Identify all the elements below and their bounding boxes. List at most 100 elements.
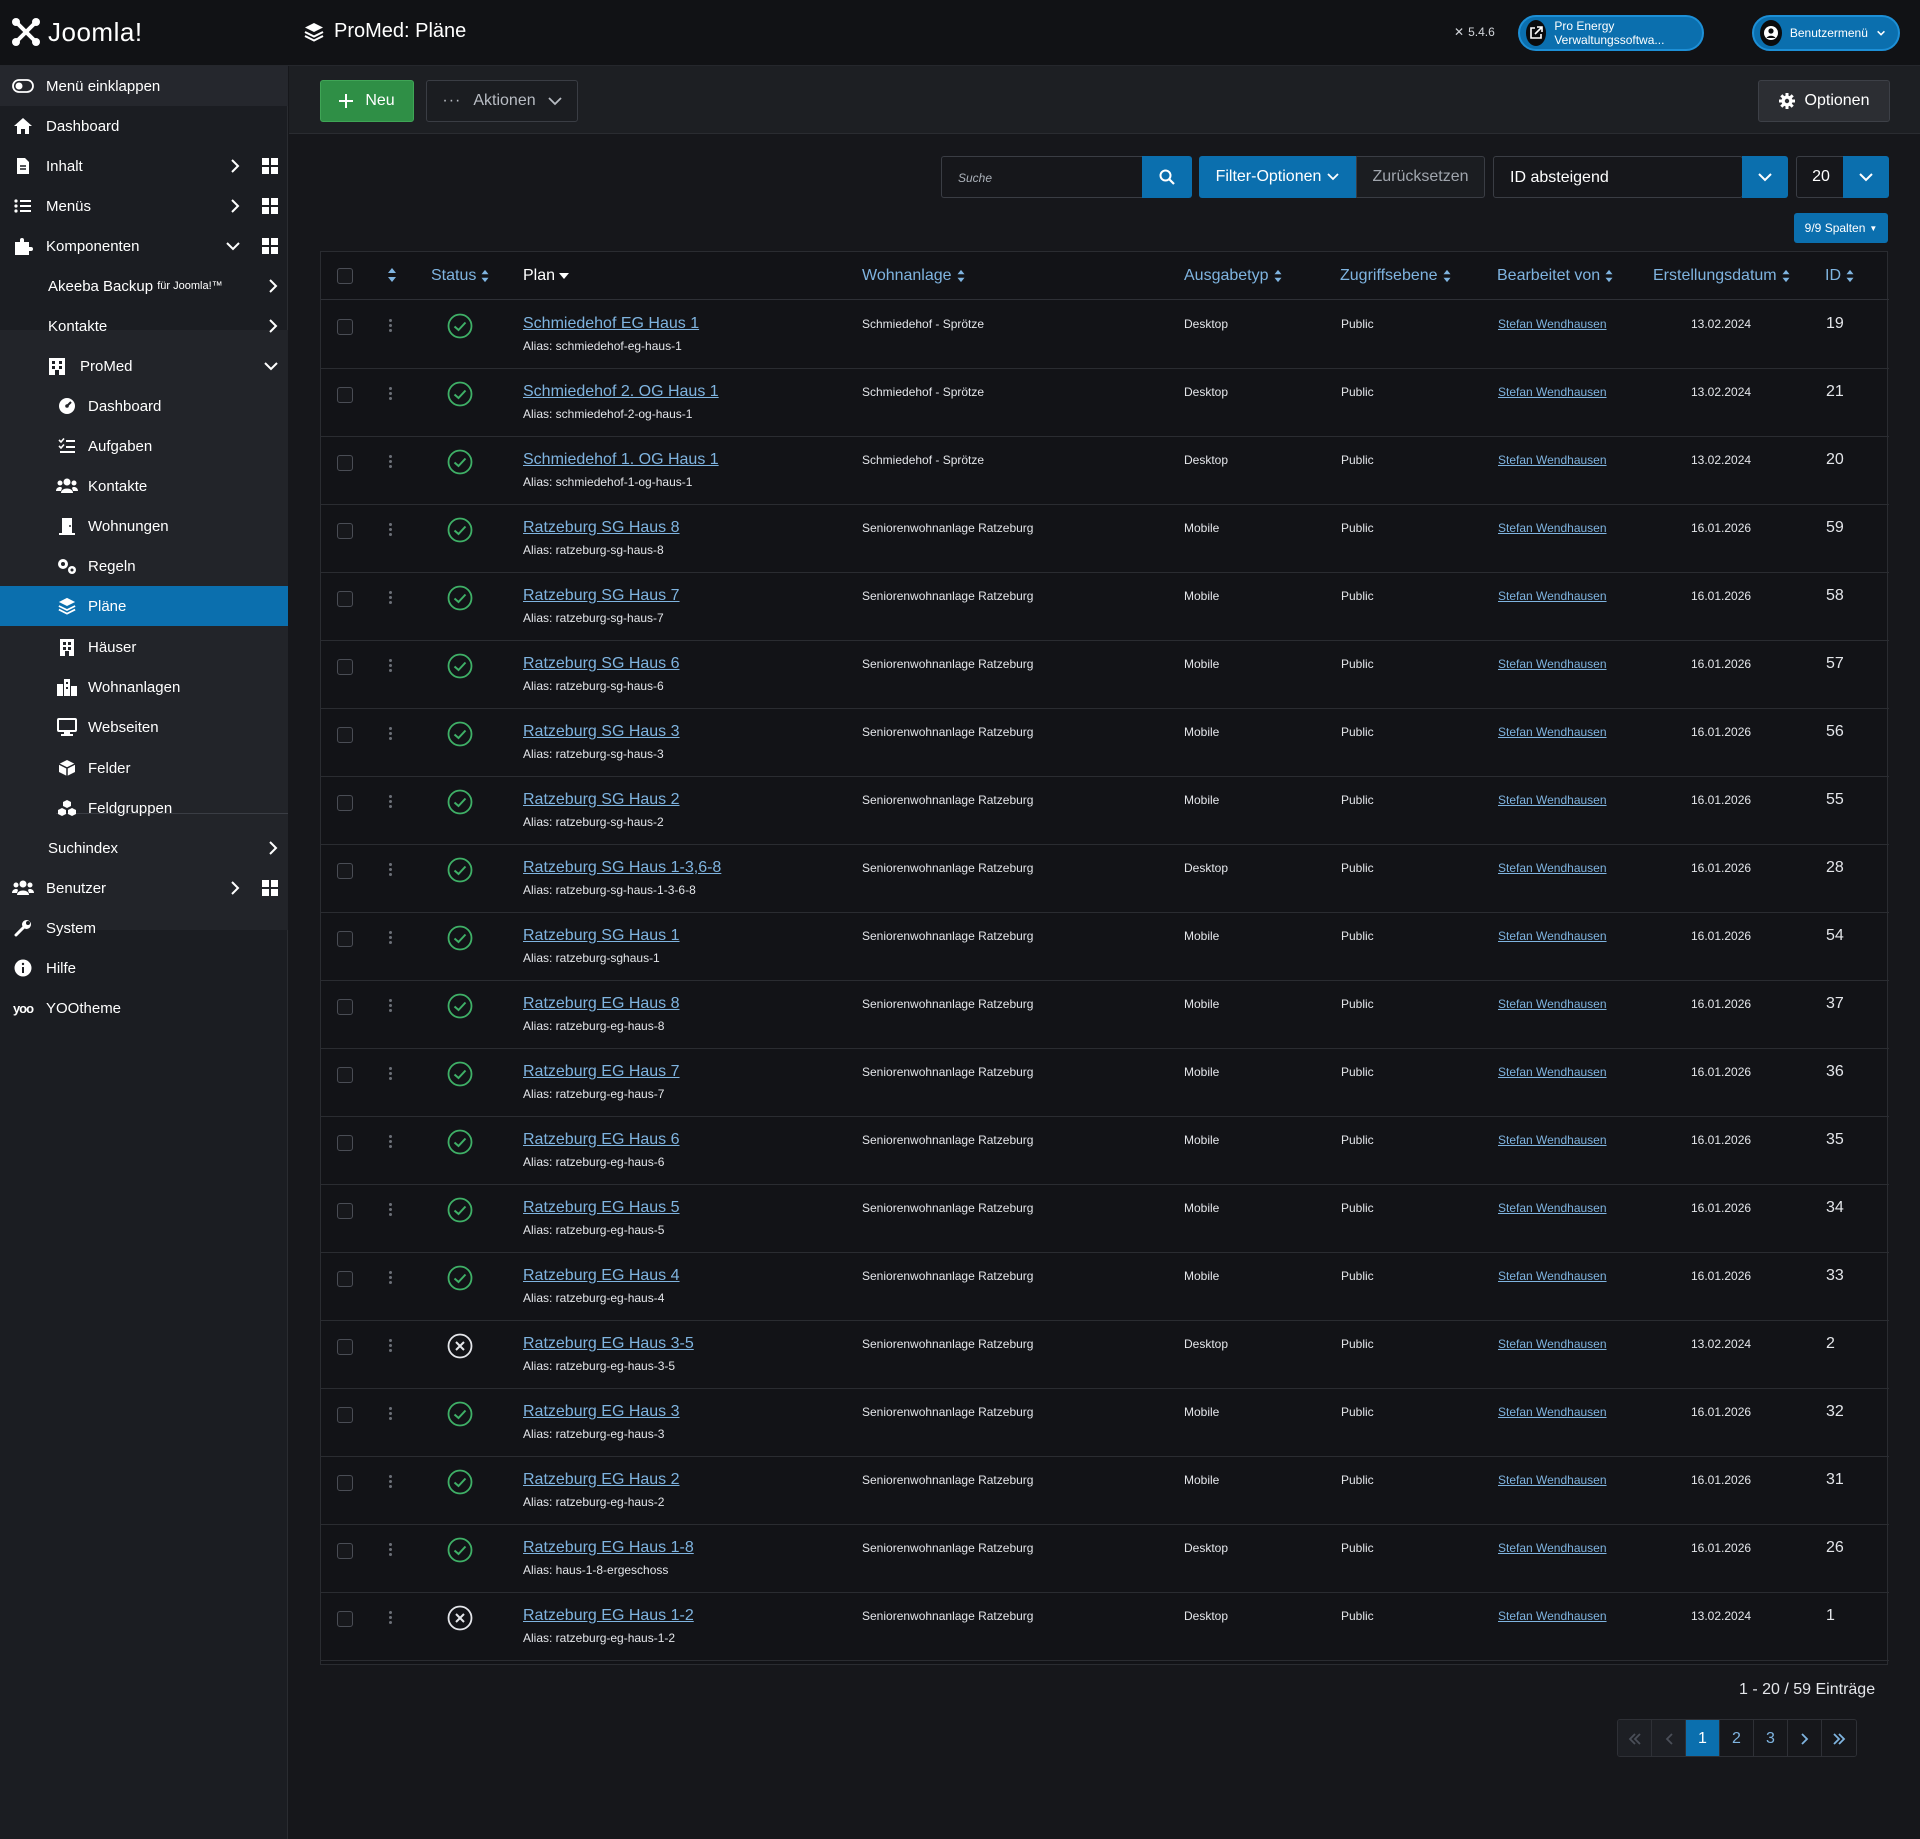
published-check-icon[interactable] [447,1537,473,1568]
limit-select[interactable]: 20 [1796,156,1846,198]
sidebar-item-apartments[interactable]: Wohnungen [0,506,288,546]
joomla-logo[interactable]: Joomla! [10,16,143,48]
editor-link[interactable]: Stefan Wendhausen [1498,385,1607,399]
dashboard-grid-icon[interactable] [262,198,278,214]
row-checkbox[interactable] [337,659,353,675]
th-created[interactable]: Erstellungsdatum [1653,267,1791,285]
published-check-icon[interactable] [447,1265,473,1296]
plan-title-link[interactable]: Schmiedehof EG Haus 1 [523,315,699,333]
drag-handle-icon[interactable] [389,523,392,536]
drag-handle-icon[interactable] [389,931,392,944]
sidebar-item-components[interactable]: Komponenten [0,226,288,266]
editor-link[interactable]: Stefan Wendhausen [1498,1473,1607,1487]
sidebar-item-contacts[interactable]: Kontakte [0,306,288,346]
row-checkbox[interactable] [337,591,353,607]
editor-link[interactable]: Stefan Wendhausen [1498,1065,1607,1079]
drag-handle-icon[interactable] [389,1339,392,1352]
first-page-button[interactable] [1618,1720,1652,1756]
published-check-icon[interactable] [447,449,473,480]
published-check-icon[interactable] [447,1401,473,1432]
columns-button[interactable]: 9/9 Spalten ▼ [1794,213,1888,243]
plan-title-link[interactable]: Schmiedehof 1. OG Haus 1 [523,451,719,469]
row-checkbox[interactable] [337,863,353,879]
editor-link[interactable]: Stefan Wendhausen [1498,861,1607,875]
th-editor[interactable]: Bearbeitet von [1497,267,1614,285]
sidebar-item-help[interactable]: Hilfe [0,948,288,988]
sidebar-item-dashboard[interactable]: Dashboard [0,106,288,146]
drag-handle-icon[interactable] [389,863,392,876]
published-check-icon[interactable] [447,1061,473,1092]
drag-handle-icon[interactable] [389,659,392,672]
sidebar-item-websites[interactable]: Webseiten [0,707,288,747]
editor-link[interactable]: Stefan Wendhausen [1498,725,1607,739]
editor-link[interactable]: Stefan Wendhausen [1498,1269,1607,1283]
editor-link[interactable]: Stefan Wendhausen [1498,317,1607,331]
plan-title-link[interactable]: Ratzeburg SG Haus 6 [523,655,680,673]
sidebar-item-rules[interactable]: Regeln [0,546,288,586]
plan-title-link[interactable]: Ratzeburg EG Haus 3 [523,1403,680,1421]
editor-link[interactable]: Stefan Wendhausen [1498,1541,1607,1555]
drag-handle-icon[interactable] [389,1407,392,1420]
plan-title-link[interactable]: Ratzeburg EG Haus 8 [523,995,680,1013]
published-check-icon[interactable] [447,721,473,752]
row-checkbox[interactable] [337,1611,353,1627]
editor-link[interactable]: Stefan Wendhausen [1498,521,1607,535]
drag-handle-icon[interactable] [389,1475,392,1488]
site-preview-button[interactable]: Pro Energy Verwaltungssoftwa... [1518,15,1704,51]
plan-title-link[interactable]: Ratzeburg EG Haus 1-8 [523,1539,694,1557]
sort-select[interactable]: ID absteigend [1493,156,1743,198]
sidebar-item-menus[interactable]: Menüs [0,186,288,226]
sidebar-item-complexes[interactable]: Wohnanlagen [0,667,288,707]
dashboard-grid-icon[interactable] [262,880,278,896]
th-access[interactable]: Zugriffsebene [1340,267,1452,285]
sidebar-item-promed-contacts[interactable]: Kontakte [0,466,288,506]
sidebar-item-plans[interactable]: Pläne [0,586,288,626]
user-menu-button[interactable]: Benutzermenü [1752,15,1900,51]
editor-link[interactable]: Stefan Wendhausen [1498,1201,1607,1215]
th-output[interactable]: Ausgabetyp [1184,267,1283,285]
sidebar-item-fields[interactable]: Felder [0,748,288,788]
sidebar-item-yootheme[interactable]: yoo YOOtheme [0,988,288,1028]
page-3-button[interactable]: 3 [1754,1720,1788,1756]
ordering-sort-icon[interactable] [387,267,397,283]
new-button[interactable]: Neu [320,80,414,122]
editor-link[interactable]: Stefan Wendhausen [1498,793,1607,807]
actions-dropdown[interactable]: ··· Aktionen [426,80,578,122]
drag-handle-icon[interactable] [389,1543,392,1556]
drag-handle-icon[interactable] [389,1135,392,1148]
sidebar-collapse-toggle[interactable]: Menü einklappen [0,66,288,106]
editor-link[interactable]: Stefan Wendhausen [1498,1133,1607,1147]
search-button[interactable] [1142,156,1192,198]
drag-handle-icon[interactable] [389,1271,392,1284]
drag-handle-icon[interactable] [389,795,392,808]
drag-handle-icon[interactable] [389,1067,392,1080]
editor-link[interactable]: Stefan Wendhausen [1498,929,1607,943]
drag-handle-icon[interactable] [389,727,392,740]
sidebar-item-content[interactable]: Inhalt [0,146,288,186]
published-check-icon[interactable] [447,789,473,820]
editor-link[interactable]: Stefan Wendhausen [1498,589,1607,603]
published-check-icon[interactable] [447,1197,473,1228]
editor-link[interactable]: Stefan Wendhausen [1498,1609,1607,1623]
row-checkbox[interactable] [337,795,353,811]
row-checkbox[interactable] [337,931,353,947]
th-status[interactable]: Status [431,267,490,285]
sidebar-item-houses[interactable]: Häuser [0,627,288,667]
sidebar-item-smartsearch[interactable]: Suchindex [0,828,288,868]
published-check-icon[interactable] [447,585,473,616]
drag-handle-icon[interactable] [389,591,392,604]
editor-link[interactable]: Stefan Wendhausen [1498,997,1607,1011]
plan-title-link[interactable]: Ratzeburg EG Haus 4 [523,1267,680,1285]
published-check-icon[interactable] [447,993,473,1024]
dashboard-grid-icon[interactable] [262,158,278,174]
dashboard-grid-icon[interactable] [262,238,278,254]
plan-title-link[interactable]: Ratzeburg SG Haus 8 [523,519,680,537]
plan-title-link[interactable]: Ratzeburg SG Haus 3 [523,723,680,741]
row-checkbox[interactable] [337,1543,353,1559]
row-checkbox[interactable] [337,1203,353,1219]
row-checkbox[interactable] [337,319,353,335]
row-checkbox[interactable] [337,727,353,743]
published-check-icon[interactable] [447,1129,473,1160]
row-checkbox[interactable] [337,1271,353,1287]
published-check-icon[interactable] [447,857,473,888]
